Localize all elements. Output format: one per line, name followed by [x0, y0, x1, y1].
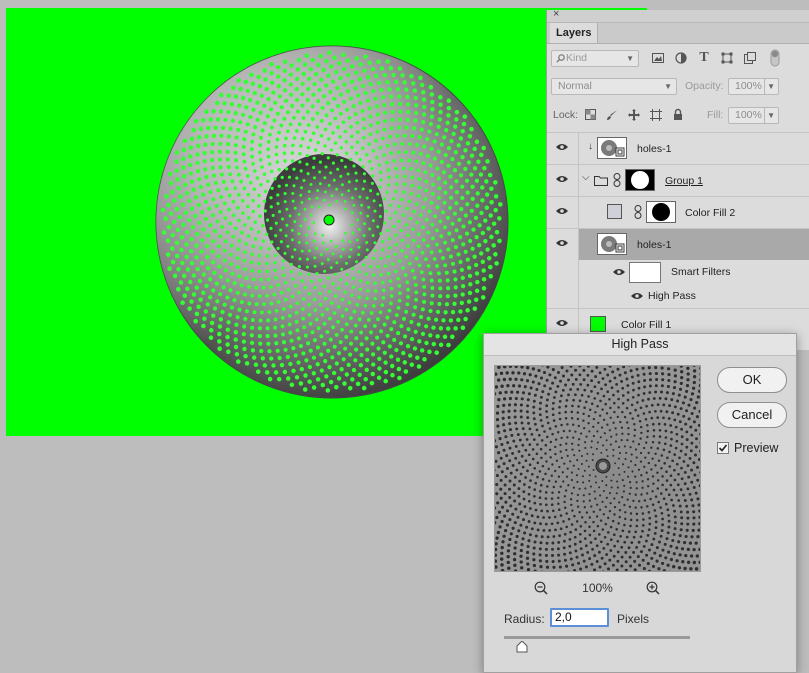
radius-slider-handle[interactable]: [516, 641, 528, 653]
eye-icon: [556, 208, 568, 214]
filter-kind-select[interactable]: Kind ▼: [551, 50, 639, 67]
radius-input[interactable]: 2,0: [550, 608, 609, 627]
layer-row-color-fill-2[interactable]: Color Fill 2: [547, 196, 809, 228]
folder-icon: [594, 176, 608, 186]
chevron-down-icon: ▼: [626, 54, 634, 63]
preview-checkbox[interactable]: [717, 442, 729, 454]
chevron-down-icon: ▼: [664, 82, 672, 91]
visibility-toggle[interactable]: [547, 197, 579, 228]
eye-icon[interactable]: [613, 268, 625, 276]
fill-color-swatch[interactable]: [607, 204, 622, 219]
lock-all-icon[interactable]: [671, 108, 685, 122]
fill-value: 100%: [735, 109, 762, 121]
lock-move-icon[interactable]: [627, 109, 641, 123]
preview-image: [495, 366, 700, 571]
visibility-toggle[interactable]: [547, 229, 579, 260]
visibility-toggle[interactable]: [547, 165, 579, 196]
link-icon[interactable]: [634, 205, 642, 219]
eye-icon: [556, 240, 568, 246]
dialog-title[interactable]: High Pass: [484, 334, 796, 356]
lock-brush-icon[interactable]: [605, 109, 619, 123]
panel-tab-bar: Layers: [547, 23, 809, 44]
blend-mode-select[interactable]: Normal ▼: [551, 78, 677, 95]
smart-object-thumbnail: [597, 233, 627, 255]
search-icon: [556, 54, 565, 63]
eye-icon[interactable]: [631, 292, 643, 300]
layer-name: Group 1: [665, 175, 703, 187]
filter-kind-label: Kind: [566, 52, 588, 64]
radius-label: Radius:: [504, 612, 545, 626]
layer-row-holes-1-selected[interactable]: holes-1: [547, 228, 809, 260]
pixel-layer-filter-icon[interactable]: [651, 52, 665, 66]
group-mask-thumbnail: [625, 169, 655, 191]
layer-name: holes-1: [637, 143, 672, 155]
zoom-level: 100%: [582, 581, 613, 595]
blend-row: Normal ▼ Opacity: 100% ▼: [547, 76, 809, 96]
clipping-arrow-icon: ↓: [588, 141, 593, 152]
type-layer-filter-icon[interactable]: T: [697, 51, 711, 65]
radius-units: Pixels: [617, 612, 650, 626]
radius-slider-track[interactable]: [504, 636, 690, 639]
fill-color-swatch[interactable]: [590, 316, 606, 332]
panel-close-bar: ×: [547, 8, 809, 23]
layer-name: Color Fill 1: [621, 319, 672, 331]
visibility-toggle[interactable]: [547, 133, 579, 164]
layer-name: Smart Filters: [671, 266, 731, 278]
filter-row: Kind ▼ T: [547, 48, 809, 68]
layer-row-group-1[interactable]: ⌵ Group 1: [547, 164, 809, 196]
opacity-dropdown[interactable]: ▼: [764, 78, 779, 95]
opacity-value: 100%: [735, 80, 762, 92]
lock-transparent-icon[interactable]: [583, 109, 597, 123]
lock-label: Lock:: [553, 109, 579, 121]
layer-row-smart-filters[interactable]: Smart Filters: [547, 260, 809, 284]
fill-dropdown[interactable]: ▼: [764, 107, 779, 124]
eye-icon: [556, 144, 568, 150]
smart-filter-mask-thumbnail: [629, 262, 661, 283]
layer-mask-thumbnail: [646, 201, 676, 223]
preview-label: Preview: [734, 441, 779, 455]
chevron-down-icon: ▼: [767, 111, 775, 120]
checkmark-icon: [718, 444, 728, 452]
lock-row: Lock: Fill: 100% ▼: [547, 105, 809, 125]
filter-toggle-icon[interactable]: [768, 49, 782, 67]
layer-row-high-pass-filter[interactable]: High Pass: [547, 284, 809, 308]
lock-artboard-icon[interactable]: [649, 109, 663, 123]
layer-name: holes-1: [637, 239, 672, 251]
link-icon[interactable]: [613, 173, 621, 187]
smart-object-thumbnail: [597, 137, 627, 159]
shape-layer-filter-icon[interactable]: [720, 52, 734, 66]
filter-preview[interactable]: [494, 365, 701, 572]
fill-label: Fill:: [707, 109, 724, 121]
opacity-label: Opacity:: [685, 80, 724, 92]
zoom-in-icon[interactable]: [646, 581, 660, 595]
zoom-controls: 100%: [494, 580, 701, 598]
eye-column: [547, 284, 579, 308]
adjustment-layer-filter-icon[interactable]: [674, 52, 688, 66]
chevron-down-icon: ▼: [767, 82, 775, 91]
layer-row-holes-1-top[interactable]: ↓ holes-1: [547, 132, 809, 164]
layer-name: Color Fill 2: [685, 207, 736, 219]
smart-object-filter-icon[interactable]: [743, 52, 757, 66]
tab-layers[interactable]: Layers: [550, 23, 599, 43]
eye-icon: [556, 320, 568, 326]
cancel-button[interactable]: Cancel: [717, 402, 787, 428]
eye-icon: [556, 176, 568, 182]
blend-mode-value: Normal: [558, 80, 592, 92]
eye-column: [547, 260, 579, 284]
high-pass-dialog: High Pass OK Cancel Preview 100% Radius:…: [483, 333, 797, 673]
ok-button[interactable]: OK: [717, 367, 787, 393]
layers-panel: × Layers Kind ▼ T Normal ▼ Opacity: 100%…: [546, 8, 809, 350]
layer-name: High Pass: [648, 290, 696, 302]
chevron-down-icon[interactable]: ⌵: [582, 172, 590, 183]
close-icon[interactable]: ×: [553, 8, 559, 20]
